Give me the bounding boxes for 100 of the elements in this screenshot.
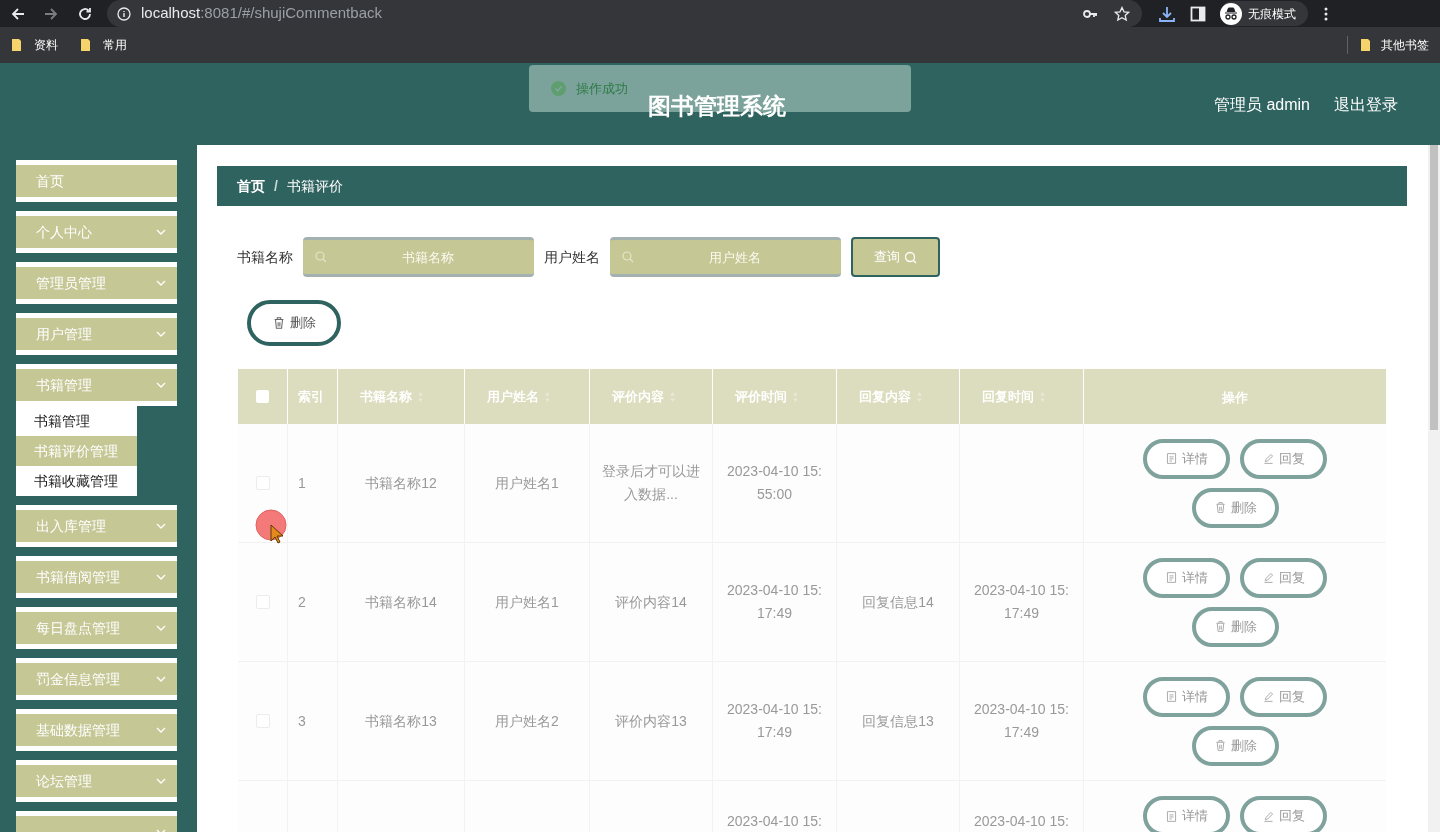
trash-icon <box>1213 620 1227 633</box>
pencil-icon <box>1262 690 1275 703</box>
table-cell-text: 用户姓名1 <box>495 473 559 493</box>
side-panel-icon[interactable] <box>1190 5 1206 22</box>
delete-button[interactable]: 删除 <box>247 300 341 346</box>
detail-button[interactable]: 详情 <box>1143 438 1230 479</box>
star-icon[interactable] <box>1114 5 1130 22</box>
column-header: 操作 <box>1222 388 1248 407</box>
table-cell-text: 2023-04-10 15:17:49 <box>726 700 823 742</box>
reload-icon[interactable] <box>77 5 93 22</box>
breadcrumb-link[interactable]: 书籍评价 <box>286 175 343 197</box>
detail-button[interactable]: 详情 <box>1143 557 1230 598</box>
delete-button[interactable]: 删除 <box>1191 487 1279 528</box>
sidebar-item[interactable]: 管理员管理 <box>16 262 177 304</box>
delete-button[interactable]: 删除 <box>1191 606 1279 647</box>
breadcrumb-link[interactable]: 首页 <box>237 175 265 197</box>
sidebar-item[interactable]: 首页 <box>16 160 177 202</box>
sidebar-item[interactable]: 罚金信息管理 <box>16 658 177 700</box>
search-icon <box>904 250 917 264</box>
cursor-icon <box>270 524 284 544</box>
column-header: 评价内容 <box>612 387 664 406</box>
bookmark[interactable]: 常用 <box>80 36 127 54</box>
field-label: 用户姓名 <box>544 247 600 267</box>
logout-link[interactable]: 退出登录 <box>1334 93 1398 117</box>
table-cell-text: 1 <box>298 473 306 493</box>
sidebar-item[interactable]: 用户管理 <box>16 313 177 355</box>
trash-icon <box>1213 739 1227 752</box>
sort-icon[interactable] <box>417 390 424 403</box>
download-icon[interactable] <box>1158 4 1176 23</box>
document-icon <box>1165 690 1178 703</box>
search-button[interactable]: 查询 <box>851 237 940 277</box>
table-cell-text: 登录后才可以进入数据... <box>601 462 701 504</box>
sidebar-item[interactable]: 出入库管理 <box>16 505 177 547</box>
document-icon <box>1165 571 1178 584</box>
sort-icon[interactable] <box>1039 390 1046 403</box>
search-field[interactable]: 用户姓名 <box>610 237 841 277</box>
search-icon <box>315 251 327 263</box>
back-icon[interactable] <box>10 5 26 22</box>
reply-button[interactable]: 回复 <box>1240 796 1327 832</box>
address-bar[interactable]: localhost:8081/#/shujiCommentback <box>107 0 1142 27</box>
url-text: localhost:8081/#/shujiCommentback <box>141 3 382 24</box>
column-header: 评价时间 <box>735 387 787 406</box>
table-cell-text: 2 <box>298 592 306 612</box>
bookmark[interactable]: 其他书签 <box>1360 36 1429 54</box>
column-header: 书籍名称 <box>360 387 412 406</box>
table-cell-text: 用户姓名1 <box>495 592 559 612</box>
table-cell-text: 书籍名称13 <box>365 711 437 731</box>
table-cell-text: 评价内容14 <box>615 592 687 612</box>
reply-button[interactable]: 回复 <box>1240 676 1327 717</box>
table-cell-text: 2023-04-10 15:17:49 <box>973 581 1070 623</box>
search-icon <box>622 251 634 263</box>
column-header: 回复内容 <box>859 387 911 406</box>
delete-button[interactable]: 删除 <box>1191 725 1279 766</box>
toast-message: 操作成功 <box>576 79 628 98</box>
detail-button[interactable]: 详情 <box>1143 676 1230 717</box>
sidebar-item[interactable]: 个人中心 <box>16 211 177 253</box>
profile-chip[interactable]: 无痕模式 <box>1220 1 1308 26</box>
forward-icon[interactable] <box>43 5 59 22</box>
bookmark[interactable]: 资料 <box>11 36 58 54</box>
table-cell-text: 2023-04-10 15:17:49 <box>726 581 823 623</box>
column-header: 用户姓名 <box>487 387 539 406</box>
reply-button[interactable]: 回复 <box>1240 557 1327 598</box>
pencil-icon <box>1262 809 1275 823</box>
detail-button[interactable]: 详情 <box>1143 796 1230 832</box>
column-header: 回复时间 <box>982 387 1034 406</box>
table-cell-text: 2023-04-10 15: <box>974 812 1069 831</box>
info-icon <box>117 6 131 21</box>
pencil-icon <box>1262 571 1275 584</box>
scrollbar[interactable] <box>1428 145 1440 832</box>
submenu-item[interactable]: 书籍评价管理 <box>16 436 137 466</box>
sort-icon[interactable] <box>544 390 551 403</box>
search-field[interactable]: 书籍名称 <box>303 237 534 277</box>
trash-icon <box>272 316 286 330</box>
reply-button[interactable]: 回复 <box>1240 438 1327 479</box>
document-icon <box>1165 809 1178 823</box>
sidebar-item[interactable]: 每日盘点管理 <box>16 607 177 649</box>
sort-icon[interactable] <box>916 390 923 403</box>
field-label: 书籍名称 <box>237 247 293 267</box>
sort-icon[interactable] <box>669 390 676 403</box>
more-icon[interactable] <box>1324 6 1328 21</box>
table-cell-text: 回复信息13 <box>862 711 934 731</box>
user-label: 管理员 admin <box>1213 95 1310 115</box>
sidebar-item[interactable]: 基础数据管理 <box>16 709 177 751</box>
column-header: 索引 <box>298 387 324 406</box>
check-circle-icon <box>551 81 566 96</box>
sidebar-item[interactable]: 论坛管理 <box>16 760 177 802</box>
document-icon <box>1165 452 1178 465</box>
sidebar-item[interactable]: 书籍管理 <box>16 364 177 406</box>
checkbox[interactable] <box>256 390 269 403</box>
breadcrumb-separator: / <box>274 176 278 196</box>
folder-icon <box>80 38 91 52</box>
pencil-icon <box>1262 452 1275 465</box>
table-cell-text: 用户姓名2 <box>495 711 559 731</box>
folder-icon <box>11 38 22 52</box>
table-cell-text: 2023-04-10 15:55:00 <box>726 462 823 504</box>
table-cell-text: 书籍名称12 <box>365 473 437 493</box>
table-cell-text: 书籍名称14 <box>365 592 437 612</box>
sidebar-item[interactable]: 书籍借阅管理 <box>16 556 177 598</box>
sort-icon[interactable] <box>792 390 799 403</box>
folder-icon <box>1360 38 1371 52</box>
